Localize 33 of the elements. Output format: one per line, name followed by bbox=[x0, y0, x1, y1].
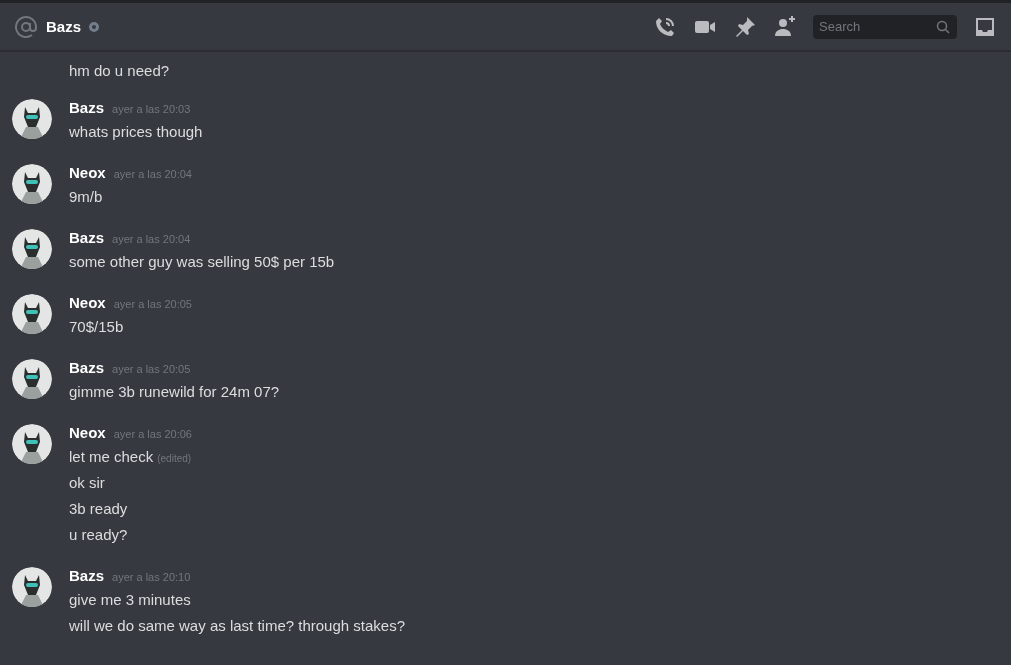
channel-title: Bazs bbox=[46, 18, 82, 35]
timestamp: ayer a las 20:06 bbox=[113, 428, 192, 440]
message-text: hm do u need? bbox=[69, 61, 170, 81]
timestamp: ayer a las 20:05 bbox=[113, 298, 192, 310]
message-text: will we do same way as last time? through stakes? bbox=[69, 616, 405, 636]
message-text: 9m/b bbox=[69, 187, 103, 207]
timestamp: ayer a las 20:04 bbox=[113, 168, 192, 180]
edited-label: (edited) bbox=[157, 452, 192, 466]
message-text: 3b ready bbox=[69, 499, 128, 519]
message-text: whats prices though bbox=[69, 122, 203, 142]
message-text: let me check bbox=[69, 447, 154, 467]
search-icon bbox=[936, 19, 950, 34]
timestamp: ayer a las 20:04 bbox=[112, 233, 191, 245]
message-text: gimme 3b runewild for 24m 07? bbox=[69, 382, 280, 402]
message-text: some other guy was selling 50$ per 15b bbox=[69, 252, 335, 272]
message-text: ok sir bbox=[69, 473, 105, 493]
author-name[interactable]: Neox bbox=[69, 294, 106, 311]
timestamp: ayer a las 20:05 bbox=[112, 363, 191, 375]
message-text: 70$/15b bbox=[69, 317, 124, 337]
author-name[interactable]: Bazs bbox=[69, 567, 105, 584]
author-name[interactable]: Bazs bbox=[69, 359, 105, 376]
author-name[interactable]: Neox bbox=[69, 164, 106, 181]
timestamp: ayer a las 20:10 bbox=[112, 571, 191, 583]
search-field[interactable]: Search bbox=[813, 14, 957, 39]
message-text: give me 3 minutes bbox=[69, 590, 191, 610]
status-icon bbox=[89, 21, 100, 32]
at-sign-icon[interactable] bbox=[14, 14, 38, 39]
message-text: u ready? bbox=[69, 525, 128, 545]
timestamp: ayer a las 20:03 bbox=[112, 103, 191, 115]
author-name[interactable]: Bazs bbox=[69, 99, 105, 116]
author-name[interactable]: Neox bbox=[69, 424, 106, 441]
add-user-icon[interactable] bbox=[773, 14, 797, 39]
author-name[interactable]: Bazs bbox=[69, 229, 105, 246]
